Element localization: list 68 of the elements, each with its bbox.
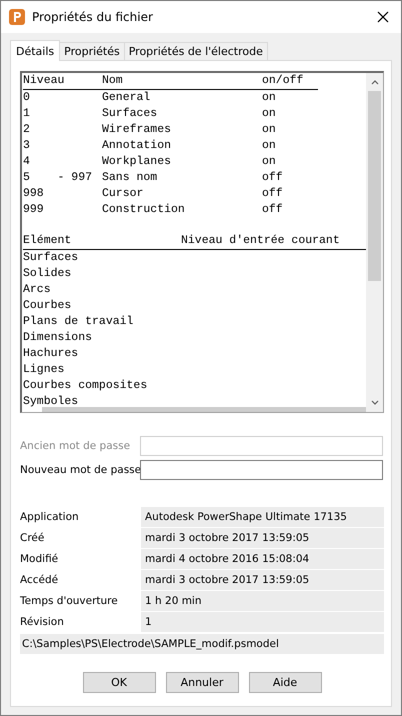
tab[interactable]: Propriétés de l'électrode (124, 42, 268, 60)
element-name: Hachures (23, 346, 78, 362)
field-label: Nouveau mot de passe (20, 464, 140, 476)
element-name: Dimensions (23, 330, 92, 346)
dialog-button[interactable]: Aide (248, 672, 322, 693)
column-header: Niveau d'entrée courant (181, 233, 340, 249)
password-field[interactable] (140, 460, 383, 480)
level-number: 2 (23, 122, 31, 138)
info-label: Temps d'ouverture (20, 594, 119, 609)
level-state: on (262, 106, 277, 122)
element-name: Symboles (23, 394, 78, 410)
scroll-up-icon[interactable] (370, 79, 378, 85)
column-header: Nom (102, 73, 124, 89)
tab[interactable]: Détails (10, 40, 60, 61)
level-name: Workplanes (102, 154, 172, 170)
element-name: Courbes composites (23, 378, 148, 394)
level-name: Wireframes (102, 122, 172, 138)
level-state: off (262, 170, 284, 186)
element-name: Courbes (23, 298, 72, 314)
info-value: 1 h 20 min (141, 591, 384, 611)
file-path: C:\Samples\PS\Electrode\SAMPLE_modif.psmodel (20, 634, 384, 654)
level-number: 4 (23, 154, 31, 170)
level-state: on (262, 90, 277, 106)
level-number: 5 - 997 (23, 170, 94, 186)
scroll-down-icon[interactable] (370, 400, 378, 406)
level-number: 999 (23, 202, 45, 218)
level-name: General (102, 90, 152, 106)
info-label: Accédé (20, 573, 60, 588)
column-header: Niveau (23, 73, 66, 89)
level-state: off (262, 202, 284, 218)
element-name: Lignes (23, 362, 64, 378)
element-name: Surfaces (23, 250, 78, 266)
level-number: 3 (23, 138, 31, 154)
element-name: Plans de travail (23, 314, 134, 330)
tab[interactable]: Propriétés (59, 42, 125, 60)
info-label: Application (20, 510, 80, 525)
column-header: on/off (262, 73, 304, 89)
info-label: Révision (20, 615, 65, 630)
level-state: on (262, 154, 277, 170)
window-title: Propriétés du fichier (32, 10, 154, 24)
level-name: Surfaces (102, 106, 158, 122)
level-state: off (262, 186, 284, 202)
field-label: Ancien mot de passe (20, 440, 132, 452)
level-number: 0 (23, 90, 31, 106)
level-name: Cursor (102, 186, 144, 202)
close-icon[interactable] (377, 11, 389, 23)
level-number: 1 (23, 106, 31, 122)
dialog-button[interactable]: OK (82, 672, 156, 693)
level-state: on (262, 122, 277, 138)
info-value: mardi 4 octobre 2016 15:08:04 (141, 549, 384, 569)
info-label: Créé (20, 531, 46, 546)
column-header: Elément (23, 233, 72, 249)
level-name: Annotation (102, 138, 172, 154)
element-name: Solides (23, 266, 72, 282)
app-logo-icon (9, 9, 25, 25)
dialog-button[interactable]: Annuler (166, 672, 238, 693)
info-value: mardi 3 octobre 2017 13:59:05 (141, 570, 384, 590)
vertical-scrollbar[interactable] (366, 73, 383, 412)
info-label: Modifié (20, 552, 60, 567)
info-value: 1 (141, 612, 384, 632)
level-number: 998 (23, 186, 45, 202)
element-name: Arcs (23, 282, 51, 298)
level-name: Sans nom (102, 170, 158, 186)
level-state: on (262, 138, 277, 154)
info-value: mardi 3 octobre 2017 13:59:05 (141, 528, 384, 548)
horizontal-scrollbar[interactable] (42, 407, 366, 412)
info-value: Autodesk PowerShape Ultimate 17135 (141, 507, 384, 527)
level-name: Construction (102, 202, 186, 218)
